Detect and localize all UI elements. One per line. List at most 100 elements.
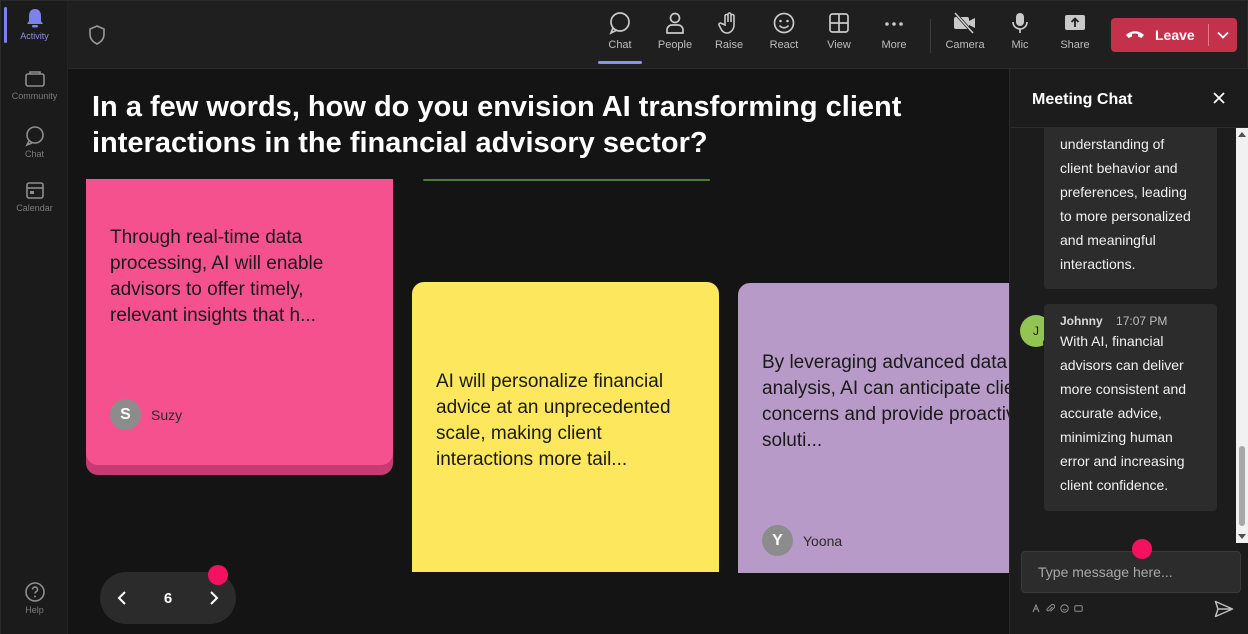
camera-off-icon: [953, 11, 975, 35]
toolbar-camera-button[interactable]: Camera: [940, 11, 990, 63]
format-icon[interactable]: [1032, 604, 1041, 613]
response-card[interactable]: By leveraging advanced data analysis, AI…: [738, 283, 1009, 573]
rail-item-community[interactable]: Community: [1, 63, 68, 111]
scroll-down-icon[interactable]: [1238, 534, 1246, 539]
calendar-icon: [25, 182, 44, 199]
card-text: Through real-time data processing, AI wi…: [110, 227, 324, 326]
avatar: Y: [762, 525, 793, 556]
message-line: interactions.: [1060, 256, 1136, 272]
card-author: Y Yoona: [762, 525, 842, 556]
people-icon: [666, 12, 684, 34]
toolbar-item-label: Raise: [714, 39, 744, 51]
message-line: accurate advice,: [1060, 405, 1162, 421]
toolbar-item-label: Share: [1060, 39, 1090, 51]
chat-icon: [609, 12, 630, 35]
rail-item-help[interactable]: Help: [1, 575, 68, 623]
chat-message: Johnny 17:07 PM With AI, financial advis…: [1044, 304, 1217, 511]
message-meta: Johnny 17:07 PM: [1060, 313, 1205, 329]
avatar: S: [110, 399, 141, 430]
chat-title: Meeting Chat: [1032, 91, 1133, 108]
rail-item-label: Community: [11, 91, 58, 101]
card-author: S Suzy: [110, 399, 182, 430]
toolbar-item-label: View: [827, 39, 851, 51]
toolbar-more-button[interactable]: More: [869, 11, 919, 63]
message-line: client confidence.: [1060, 477, 1169, 493]
rail-item-label: Calendar: [16, 203, 53, 213]
card-edge: [423, 179, 710, 181]
message-line: to more personalized: [1060, 208, 1191, 224]
rail-item-label: Help: [25, 605, 44, 615]
send-icon[interactable]: [1214, 600, 1234, 623]
chat-message-input[interactable]: [1021, 551, 1241, 593]
chat-icon: [24, 126, 44, 147]
chevron-down-icon: [1217, 31, 1229, 39]
author-name: Yoona: [803, 532, 843, 549]
toolbar-view-button[interactable]: View: [814, 11, 864, 63]
whiteboard-stage: In a few words, how do you envision AI t…: [68, 69, 1009, 634]
scrollbar-thumb[interactable]: [1239, 446, 1245, 526]
chevron-left-icon: [117, 591, 126, 605]
toolbar-react-button[interactable]: React: [759, 11, 809, 63]
card-text: AI will personalize financial advice at …: [436, 371, 671, 470]
toolbar-mic-button[interactable]: Mic: [995, 11, 1045, 63]
card-text-content: By leveraging advanced data analysis, AI…: [762, 352, 1009, 451]
message-line: understanding of: [1060, 136, 1165, 152]
view-grid-icon: [829, 13, 849, 33]
toolbar-item-label: React: [769, 39, 799, 51]
response-card[interactable]: AI will personalize financial advice at …: [412, 282, 719, 572]
message-line: more consistent and: [1060, 381, 1187, 397]
bell-icon: [26, 9, 43, 28]
leave-button[interactable]: Leave: [1111, 18, 1237, 52]
phone-hangup-icon: [1126, 31, 1144, 38]
gif-icon[interactable]: [1074, 604, 1083, 613]
rail-item-label: Activity: [20, 31, 49, 41]
toolbar-share-button[interactable]: Share: [1050, 11, 1100, 63]
meeting-chat-panel: Meeting Chat understanding of client beh…: [1009, 69, 1248, 634]
toolbar-people-button[interactable]: People: [650, 11, 700, 63]
rail-item-activity[interactable]: Activity: [1, 1, 68, 49]
left-rail: Activity Community Chat Calendar Help: [1, 1, 68, 634]
leave-options-button[interactable]: [1209, 31, 1237, 39]
meeting-toolbar: Chat People Raise React View More Camera: [68, 1, 1247, 69]
more-icon: [885, 22, 903, 26]
message-line: With AI, financial: [1060, 333, 1164, 349]
chevron-right-icon: [210, 591, 219, 605]
toolbar-item-label: Chat: [608, 39, 632, 51]
close-icon[interactable]: [1210, 89, 1228, 107]
compose-tools: [1032, 604, 1083, 613]
question-title: In a few words, how do you envision AI t…: [92, 91, 902, 159]
raise-hand-icon: [718, 12, 735, 34]
attach-icon[interactable]: [1046, 604, 1055, 613]
toolbar-item-label: Camera: [945, 39, 985, 51]
toolbar-item-label: People: [657, 39, 693, 51]
rail-item-chat[interactable]: Chat: [1, 119, 68, 167]
leave-label: Leave: [1155, 27, 1195, 43]
chat-scrollbar[interactable]: [1236, 128, 1248, 543]
rail-item-calendar[interactable]: Calendar: [1, 173, 68, 221]
mic-icon: [1012, 13, 1028, 33]
rail-item-label: Chat: [24, 149, 44, 159]
chat-message: understanding of client behavior and pre…: [1044, 128, 1217, 289]
toolbar-divider: [930, 19, 931, 53]
react-smiley-icon: [773, 12, 795, 34]
message-time: 17:07 PM: [1116, 314, 1168, 328]
leave-main-button[interactable]: Leave: [1111, 27, 1208, 43]
response-card[interactable]: Through real-time data processing, AI wi…: [86, 179, 393, 465]
author-name: Suzy: [151, 406, 183, 423]
toolbar-item-label: More: [881, 39, 907, 51]
emoji-icon[interactable]: [1060, 604, 1069, 613]
cursor-marker: [1132, 539, 1152, 559]
toolbar-raise-button[interactable]: Raise: [704, 11, 754, 63]
community-icon: [24, 71, 45, 87]
teams-meeting-window: Activity Community Chat Calendar Help Ch…: [0, 0, 1248, 634]
toolbar-chat-button[interactable]: Chat: [595, 11, 645, 64]
message-line: error and increasing: [1060, 453, 1185, 469]
shield-icon[interactable]: [88, 25, 106, 50]
scroll-up-icon[interactable]: [1238, 132, 1246, 137]
previous-button[interactable]: [100, 572, 144, 624]
message-line: preferences, leading: [1060, 184, 1187, 200]
help-icon: [24, 582, 45, 602]
card-text: By leveraging advanced data analysis, AI…: [762, 350, 1009, 454]
sender-name: Johnny: [1060, 314, 1103, 328]
toolbar-item-label: Mic: [1011, 39, 1029, 51]
